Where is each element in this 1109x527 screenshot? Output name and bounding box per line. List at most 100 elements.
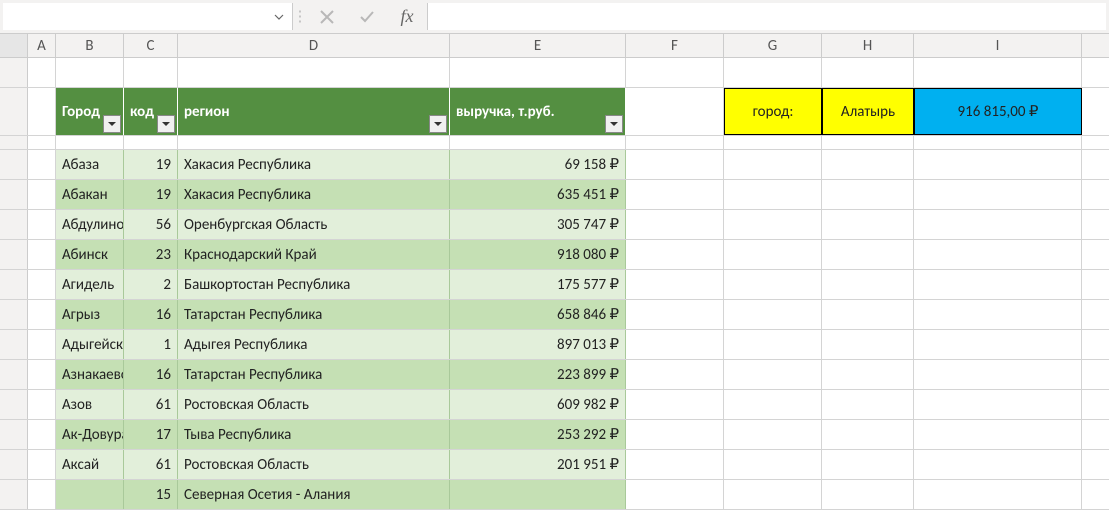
cell-code[interactable]: 56 [124,210,178,239]
cell-city[interactable]: Агидель [56,270,124,299]
cell-revenue[interactable]: 223 899 ₽ [450,360,626,389]
cell[interactable] [626,210,724,239]
cell[interactable] [914,136,1082,149]
cell-code[interactable]: 1 [124,330,178,359]
cell[interactable] [28,330,56,359]
cell[interactable] [626,88,724,135]
cell[interactable] [914,240,1082,269]
cell[interactable] [28,88,56,135]
cell[interactable] [914,480,1082,509]
cell[interactable] [626,300,724,329]
cell[interactable] [724,330,822,359]
cell-region[interactable]: Татарстан Республика [178,360,450,389]
row-header[interactable] [0,420,28,449]
cell[interactable] [28,210,56,239]
cell[interactable] [914,150,1082,179]
row-header[interactable] [0,58,28,87]
row-header[interactable] [0,210,28,239]
col-header-G[interactable]: G [724,34,822,57]
col-header-D[interactable]: D [178,34,450,57]
cell[interactable] [626,390,724,419]
cell-region[interactable]: Татарстан Республика [178,300,450,329]
cell-revenue[interactable]: 305 747 ₽ [450,210,626,239]
cell[interactable] [28,180,56,209]
cell[interactable] [822,270,914,299]
row-header[interactable] [0,88,28,135]
cell[interactable] [28,58,56,87]
cell[interactable] [450,136,626,149]
cell[interactable] [822,420,914,449]
cell-city[interactable]: Абинск [56,240,124,269]
cell[interactable] [178,58,450,87]
cell-code[interactable]: 2 [124,270,178,299]
row-header[interactable] [0,136,28,149]
cell[interactable] [28,360,56,389]
col-header-E[interactable]: E [450,34,626,57]
cell-city[interactable]: Абдулино [56,210,124,239]
cell-code[interactable]: 61 [124,390,178,419]
cell[interactable] [822,136,914,149]
cell-revenue[interactable]: 635 451 ₽ [450,180,626,209]
cell[interactable] [626,360,724,389]
cell[interactable] [914,210,1082,239]
cell-region[interactable]: Адыгея Республика [178,330,450,359]
row-header[interactable] [0,180,28,209]
cell-city[interactable]: Абаза [56,150,124,179]
formula-input[interactable] [427,3,1106,30]
table-header-revenue[interactable]: выручка, т.руб. [450,88,626,135]
cell[interactable] [724,390,822,419]
cell[interactable] [914,58,1082,87]
cell[interactable] [178,136,450,149]
cell[interactable] [124,58,178,87]
cell-city[interactable]: Абакан [56,180,124,209]
cell[interactable] [724,240,822,269]
cell[interactable] [822,210,914,239]
cell[interactable] [822,330,914,359]
row-header[interactable] [0,360,28,389]
cell[interactable] [626,480,724,509]
cell[interactable] [724,136,822,149]
select-all-corner[interactable] [0,34,28,57]
enter-button[interactable] [347,0,387,33]
cell-region[interactable]: Хакасия Республика [178,180,450,209]
cell[interactable] [724,360,822,389]
cell[interactable] [28,420,56,449]
cell-city[interactable]: Аксай [56,450,124,479]
cell[interactable] [914,420,1082,449]
cell[interactable] [56,136,124,149]
lookup-city-cell[interactable]: Алатырь [822,88,914,135]
cell[interactable] [56,58,124,87]
cell[interactable] [822,480,914,509]
cell-city[interactable]: Адыгейск [56,330,124,359]
cell-region[interactable]: Ростовская Область [178,390,450,419]
cell[interactable] [724,150,822,179]
cell[interactable] [914,360,1082,389]
row-header[interactable] [0,300,28,329]
lookup-label-cell[interactable]: город: [724,88,822,135]
filter-dropdown-icon[interactable] [103,115,121,133]
col-header-H[interactable]: H [822,34,914,57]
cell[interactable] [822,58,914,87]
cell-city[interactable]: Ак-Довурак [56,420,124,449]
cell-code[interactable]: 17 [124,420,178,449]
cell[interactable] [28,150,56,179]
cell-code[interactable]: 19 [124,150,178,179]
cell-city[interactable]: Азнакаево [56,360,124,389]
row-header[interactable] [0,390,28,419]
cell[interactable] [914,450,1082,479]
cell-region[interactable]: Оренбургская Область [178,210,450,239]
cell[interactable] [124,136,178,149]
cell[interactable] [724,420,822,449]
cell[interactable] [626,240,724,269]
cell[interactable] [914,390,1082,419]
cell[interactable] [822,390,914,419]
cell-revenue[interactable]: 918 080 ₽ [450,240,626,269]
col-header-B[interactable]: B [56,34,124,57]
row-header[interactable] [0,240,28,269]
cell[interactable] [28,300,56,329]
cell[interactable] [822,300,914,329]
cell[interactable] [626,420,724,449]
cell[interactable] [822,360,914,389]
row-header[interactable] [0,480,28,509]
cell-region[interactable]: Северная Осетия - Алания [178,480,450,509]
